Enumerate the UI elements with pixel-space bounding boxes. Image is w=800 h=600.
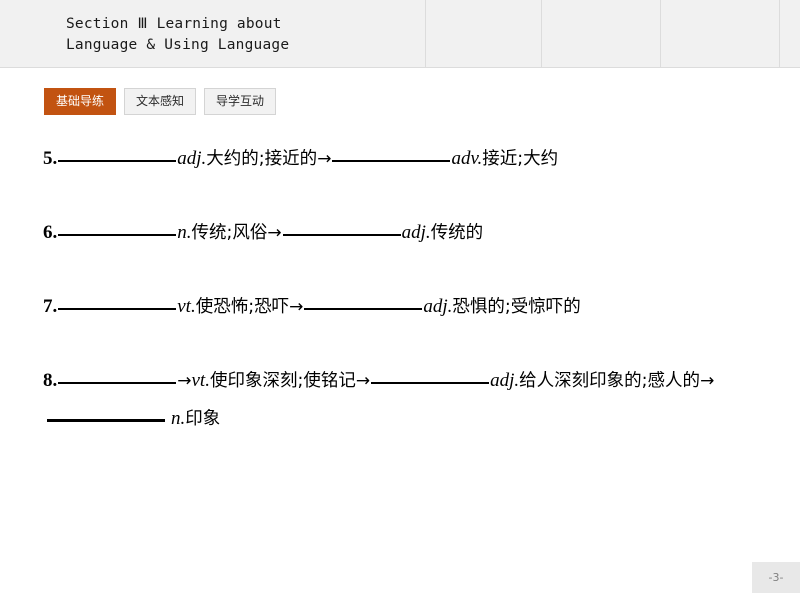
- item-meaning: 传统;风俗: [191, 223, 268, 243]
- item-meaning: 印象: [185, 409, 221, 429]
- part-of-speech: vt.: [177, 296, 196, 317]
- exercise-item-8: 8. →vt.使印象深刻;使铭记→ adj.给人深刻印象的;感人的→n.印象: [43, 362, 758, 438]
- part-of-speech: adj.: [490, 370, 520, 391]
- answer-blank[interactable]: [58, 382, 177, 384]
- banner-divider-1: [425, 0, 426, 67]
- page-number-badge: -3-: [752, 562, 800, 593]
- answer-blank[interactable]: [58, 160, 177, 162]
- item-number: 7.: [43, 296, 58, 317]
- part-of-speech: vt.: [191, 370, 210, 391]
- banner-divider-2: [541, 0, 542, 67]
- item-meaning: 给人深刻印象的;感人的: [519, 371, 701, 391]
- arrow-glyph: →: [700, 371, 715, 391]
- part-of-speech: adj.: [423, 296, 453, 317]
- part-of-speech: adv.: [451, 148, 483, 169]
- item-meaning: 大约的;接近的: [206, 149, 318, 169]
- answer-blank[interactable]: [282, 234, 401, 236]
- answer-blank[interactable]: [332, 160, 451, 162]
- part-of-speech: n.: [171, 408, 186, 429]
- tab-wenbenganzhi[interactable]: 文本感知: [124, 88, 197, 115]
- exercise-item-5: 5. adj.大约的;接近的→ adv.接近;大约: [43, 140, 758, 178]
- answer-blank[interactable]: [371, 382, 490, 384]
- answer-blank[interactable]: [304, 308, 423, 310]
- page-number-text: -3-: [768, 571, 784, 584]
- answer-blank[interactable]: [58, 308, 177, 310]
- page-title: Section Ⅲ Learning about Language & Usin…: [66, 16, 290, 53]
- tab-bar: 基础导练 文本感知 导学互动: [44, 88, 277, 115]
- arrow-glyph: →: [267, 223, 282, 243]
- item-number: 5.: [43, 148, 58, 169]
- arrow-glyph: →: [355, 371, 371, 391]
- part-of-speech: adj.: [177, 148, 207, 169]
- item-meaning: 恐惧的;受惊吓的: [452, 297, 581, 317]
- banner-divider-4: [779, 0, 780, 67]
- banner-divider-3: [660, 0, 661, 67]
- item-meaning: 使印象深刻;使铭记: [209, 371, 356, 391]
- arrow-glyph: →: [317, 149, 332, 169]
- answer-blank[interactable]: [47, 419, 165, 422]
- arrow-glyph: →: [289, 297, 304, 317]
- answer-blank[interactable]: [58, 234, 177, 236]
- item-meaning: 传统的: [430, 223, 484, 243]
- exercise-item-7: 7. vt.使恐怖;恐吓→ adj.恐惧的;受惊吓的: [43, 288, 758, 326]
- tab-jichudaolian[interactable]: 基础导练: [44, 88, 117, 115]
- part-of-speech: n.: [177, 222, 192, 243]
- item-meaning: 使恐怖;恐吓: [195, 297, 290, 317]
- exercise-item-6: 6. n.传统;风俗→ adj.传统的: [43, 214, 758, 252]
- tab-daoxuehudong[interactable]: 导学互动: [204, 88, 277, 115]
- item-meaning: 接近;大约: [482, 149, 559, 169]
- item-number: 8.: [43, 370, 58, 391]
- item-number: 6.: [43, 222, 58, 243]
- arrow-glyph: →: [177, 371, 192, 391]
- part-of-speech: adj.: [401, 222, 431, 243]
- exercise-list: 5. adj.大约的;接近的→ adv.接近;大约 6. n.传统;风俗→ adj.传统…: [43, 140, 758, 438]
- header-banner: Section Ⅲ Learning about Language & Usin…: [0, 0, 800, 68]
